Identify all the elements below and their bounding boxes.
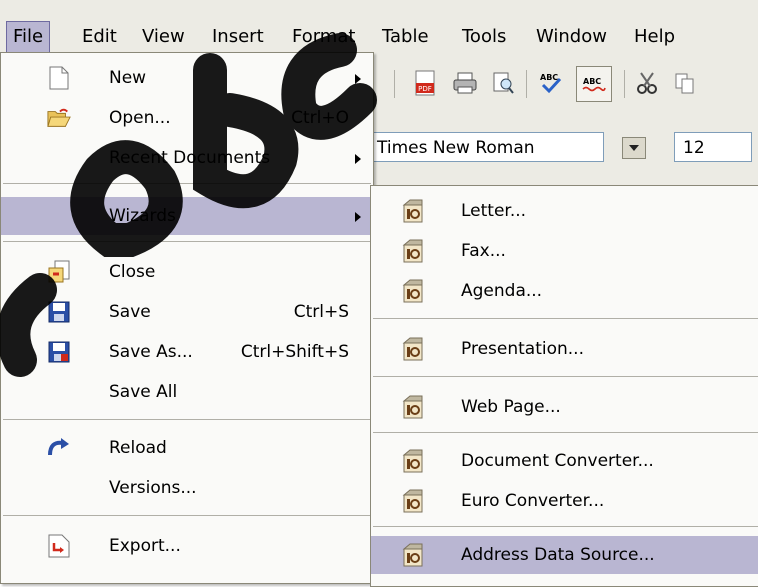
menu-edit[interactable]: Edit <box>76 22 123 52</box>
menu-separator <box>3 183 371 184</box>
menu-tools[interactable]: Tools <box>456 22 512 52</box>
svg-text:ABC: ABC <box>583 77 601 86</box>
svg-text:ABC: ABC <box>540 73 558 82</box>
spellcheck-icon[interactable]: ABC <box>536 68 566 98</box>
file-menu-close[interactable]: Close <box>1 253 373 291</box>
wizard-icon <box>401 449 425 473</box>
wizard-icon <box>401 395 425 419</box>
file-menu-wizards[interactable]: Wizards <box>1 197 373 235</box>
menu-help[interactable]: Help <box>628 22 681 52</box>
save-as-icon <box>47 340 71 364</box>
wizard-fax[interactable]: Fax... <box>371 232 758 270</box>
file-menu-save-as[interactable]: Save As... Ctrl+Shift+S <box>1 333 373 371</box>
menu-separator <box>373 526 758 527</box>
new-document-icon <box>47 66 71 90</box>
wizard-address-data-source[interactable]: Address Data Source... <box>371 536 758 574</box>
file-menu-recent-documents[interactable]: Recent Documents <box>1 139 373 177</box>
close-document-icon <box>47 260 71 284</box>
file-menu-export[interactable]: Export... <box>1 527 373 565</box>
wizard-icon <box>401 199 425 223</box>
menu-separator <box>373 376 758 377</box>
chevron-down-icon <box>629 144 639 151</box>
wizard-agenda[interactable]: Agenda... <box>371 272 758 310</box>
menu-file[interactable]: File <box>6 21 51 53</box>
copy-icon[interactable] <box>670 68 700 98</box>
save-icon <box>47 300 71 324</box>
toolbar-separator <box>394 70 395 98</box>
file-menu-reload[interactable]: Reload <box>1 429 373 467</box>
cut-icon[interactable] <box>632 68 662 98</box>
font-size-field[interactable]: 12 <box>674 132 752 162</box>
wizard-icon <box>401 279 425 303</box>
menu-separator <box>3 419 371 420</box>
file-menu-new[interactable]: New <box>1 59 373 97</box>
toolbar-separator <box>526 70 527 98</box>
file-menu: New Open... Ctrl+O Recent Documents Wiza… <box>0 52 374 584</box>
menu-separator <box>373 432 758 433</box>
wizard-icon <box>401 489 425 513</box>
autospellcheck-icon[interactable]: ABC <box>576 66 612 102</box>
wizard-euro-converter[interactable]: Euro Converter... <box>371 482 758 520</box>
wizard-icon <box>401 337 425 361</box>
font-name-dropdown-button[interactable] <box>622 137 646 159</box>
menu-separator <box>3 241 371 242</box>
menu-view[interactable]: View <box>136 22 191 52</box>
file-menu-open[interactable]: Open... Ctrl+O <box>1 99 373 137</box>
page-preview-icon[interactable] <box>488 68 518 98</box>
font-name-field[interactable]: Times New Roman <box>372 132 604 162</box>
menu-separator <box>373 318 758 319</box>
reload-icon <box>47 436 71 460</box>
standard-toolbar: PDF ABC ABC <box>370 58 758 109</box>
menu-format[interactable]: Format <box>286 22 361 52</box>
wizard-icon <box>401 239 425 263</box>
wizard-web-page[interactable]: Web Page... <box>371 388 758 426</box>
open-folder-icon <box>47 106 71 130</box>
export-pdf-icon[interactable]: PDF <box>410 68 440 98</box>
wizard-icon <box>401 543 425 567</box>
wizards-submenu: Letter... Fax... Agenda... Presentation.… <box>370 185 758 587</box>
menu-table[interactable]: Table <box>376 22 435 52</box>
wizard-document-converter[interactable]: Document Converter... <box>371 442 758 480</box>
submenu-arrow-icon <box>355 212 361 222</box>
wizard-presentation[interactable]: Presentation... <box>371 330 758 368</box>
svg-text:PDF: PDF <box>418 85 432 93</box>
file-menu-save-all[interactable]: Save All <box>1 373 373 411</box>
menu-window[interactable]: Window <box>530 22 613 52</box>
submenu-arrow-icon <box>355 74 361 84</box>
export-icon <box>47 534 71 558</box>
formatting-toolbar: Times New Roman 12 <box>370 108 758 188</box>
file-menu-save[interactable]: Save Ctrl+S <box>1 293 373 331</box>
menu-insert[interactable]: Insert <box>206 22 270 52</box>
print-icon[interactable] <box>450 68 480 98</box>
file-menu-versions[interactable]: Versions... <box>1 469 373 507</box>
toolbar-separator <box>624 70 625 98</box>
wizard-letter[interactable]: Letter... <box>371 192 758 230</box>
menu-separator <box>3 515 371 516</box>
submenu-arrow-icon <box>355 154 361 164</box>
